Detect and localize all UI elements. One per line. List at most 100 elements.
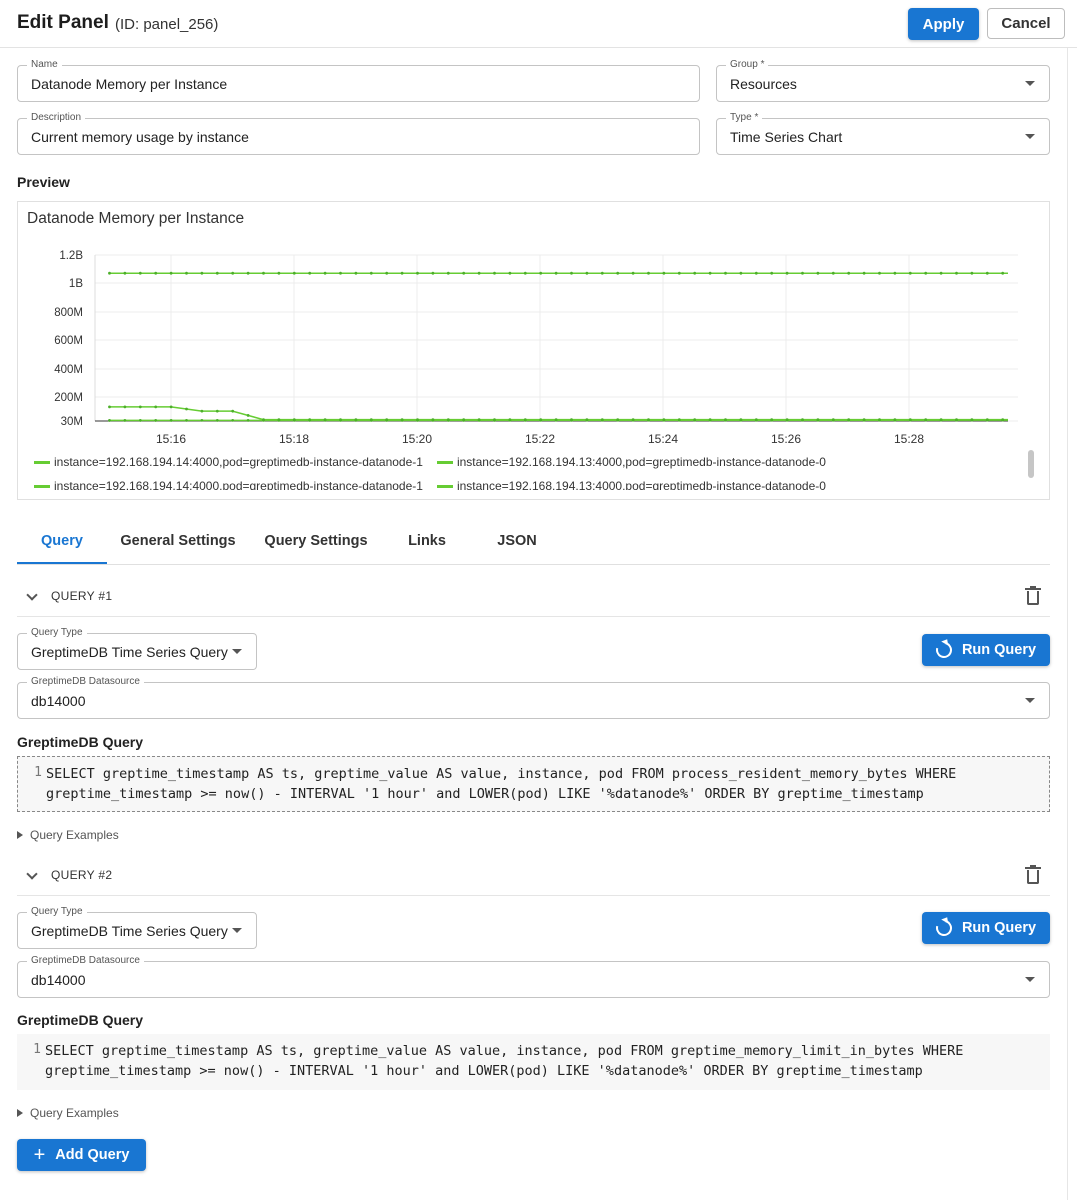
data-point bbox=[600, 271, 604, 275]
x-tick-label: 15:22 bbox=[525, 432, 555, 446]
data-point bbox=[262, 271, 265, 275]
query-examples-label: Query Examples bbox=[30, 1106, 119, 1120]
y-tick-label: 1.2B bbox=[59, 250, 83, 262]
data-point bbox=[554, 418, 558, 422]
type-select[interactable]: Type * Time Series Chart bbox=[716, 111, 1050, 155]
data-point bbox=[292, 418, 296, 422]
data-point bbox=[816, 271, 820, 275]
data-point bbox=[108, 271, 111, 275]
query-1-header[interactable]: QUERY #1 bbox=[17, 577, 1050, 617]
tab-bar: Query General Settings Query Settings Li… bbox=[17, 524, 1050, 565]
query-type-select[interactable]: Query Type GreptimeDB Time Series Query bbox=[17, 905, 257, 949]
data-point bbox=[554, 271, 558, 275]
data-point bbox=[523, 418, 527, 422]
data-point bbox=[138, 419, 142, 422]
chart-legend: instance=192.168.194.14:4000,pod=greptim… bbox=[18, 452, 1023, 490]
legend-item[interactable]: instance=192.168.194.13:4000,pod=greptim… bbox=[436, 479, 826, 490]
chart-preview: Datanode Memory per Instance 1.2B 1B 800M 6… bbox=[17, 201, 1050, 500]
add-query-button[interactable]: + Add Query bbox=[17, 1139, 146, 1171]
query-examples-toggle[interactable]: Query Examples bbox=[17, 1106, 119, 1120]
data-point bbox=[570, 271, 573, 275]
tab-general-settings[interactable]: General Settings bbox=[109, 524, 247, 564]
query-text[interactable]: SELECT greptime_timestamp AS ts, greptim… bbox=[46, 764, 956, 804]
data-point bbox=[878, 418, 881, 422]
query-editor[interactable]: 1 SELECT greptime_timestamp AS ts, grept… bbox=[17, 756, 1050, 812]
chart-title: Datanode Memory per Instance bbox=[27, 210, 245, 227]
data-point bbox=[493, 271, 496, 275]
run-query-button[interactable]: Run Query bbox=[922, 634, 1050, 666]
data-point bbox=[169, 271, 173, 275]
caret-down-icon bbox=[1025, 80, 1035, 86]
datasource-select[interactable]: GreptimeDB Datasource db14000 bbox=[17, 954, 1050, 998]
data-point bbox=[462, 271, 466, 275]
data-point bbox=[200, 419, 204, 422]
x-tick-label: 15:20 bbox=[402, 432, 432, 446]
query-line: SELECT greptime_timestamp AS ts, greptim… bbox=[46, 766, 957, 782]
data-point bbox=[493, 418, 496, 422]
datasource-select[interactable]: GreptimeDB Datasource db14000 bbox=[17, 675, 1050, 719]
apply-button[interactable]: Apply bbox=[908, 8, 979, 40]
data-point bbox=[939, 271, 943, 275]
data-point bbox=[631, 418, 635, 422]
query-examples-toggle[interactable]: Query Examples bbox=[17, 828, 119, 842]
data-point bbox=[770, 418, 774, 422]
tab-json[interactable]: JSON bbox=[482, 524, 552, 564]
legend-item[interactable]: instance=192.168.194.14:4000,pod=greptim… bbox=[34, 455, 423, 469]
data-point bbox=[600, 418, 604, 422]
delete-icon[interactable] bbox=[1025, 586, 1041, 605]
caret-down-icon bbox=[232, 927, 242, 933]
data-point bbox=[693, 418, 697, 422]
data-point bbox=[724, 418, 727, 422]
data-point bbox=[955, 271, 958, 275]
data-point bbox=[785, 271, 789, 275]
line-number: 1 bbox=[33, 1042, 41, 1057]
query-title: QUERY #1 bbox=[51, 589, 113, 603]
chevron-down-icon[interactable] bbox=[26, 589, 38, 601]
data-point bbox=[277, 271, 281, 275]
data-point bbox=[801, 271, 804, 275]
query-editor[interactable]: 1 SELECT greptime_timestamp AS ts, grept… bbox=[17, 1034, 1050, 1090]
data-point bbox=[862, 271, 866, 275]
caret-down-icon bbox=[1025, 976, 1035, 982]
legend-row: instance=192.168.194.14:4000,pod=greptim… bbox=[34, 455, 840, 469]
triangle-right-icon bbox=[17, 831, 23, 839]
x-tick-label: 15:26 bbox=[771, 432, 801, 446]
data-point bbox=[138, 405, 142, 409]
description-field[interactable]: Description Current memory usage by inst… bbox=[17, 111, 700, 155]
data-point bbox=[477, 271, 481, 275]
legend-item[interactable]: instance=192.168.194.13:4000,pod=greptim… bbox=[436, 455, 826, 469]
data-point bbox=[231, 418, 235, 422]
chevron-down-icon[interactable] bbox=[26, 868, 38, 880]
data-point bbox=[215, 409, 219, 413]
data-point bbox=[847, 271, 851, 275]
run-query-button[interactable]: Run Query bbox=[922, 912, 1050, 944]
legend-scrollbar[interactable] bbox=[1028, 450, 1034, 478]
data-point bbox=[739, 418, 743, 422]
data-point bbox=[1001, 418, 1005, 422]
query-2-header[interactable]: QUERY #2 bbox=[17, 856, 1050, 896]
delete-icon[interactable] bbox=[1025, 865, 1041, 884]
data-point bbox=[677, 271, 681, 275]
tab-query[interactable]: Query bbox=[17, 524, 107, 564]
data-point bbox=[431, 271, 435, 275]
legend-label: instance=192.168.194.14:4000,pod=greptim… bbox=[54, 479, 423, 490]
query-examples-label: Query Examples bbox=[30, 828, 119, 842]
data-point bbox=[970, 271, 974, 275]
tab-links[interactable]: Links bbox=[392, 524, 462, 564]
name-field[interactable]: Name Datanode Memory per Instance bbox=[17, 58, 700, 102]
data-point bbox=[970, 418, 974, 422]
data-point bbox=[231, 409, 235, 413]
group-select[interactable]: Group * Resources bbox=[716, 58, 1050, 102]
query-text[interactable]: SELECT greptime_timestamp AS ts, greptim… bbox=[45, 1041, 963, 1081]
legend-item[interactable]: instance=192.168.194.14:4000,pod=greptim… bbox=[34, 479, 423, 490]
data-point bbox=[200, 409, 204, 413]
run-query-label: Run Query bbox=[961, 920, 1037, 936]
cancel-button[interactable]: Cancel bbox=[987, 8, 1065, 39]
data-point bbox=[446, 418, 450, 422]
data-point bbox=[708, 418, 712, 422]
tab-query-settings[interactable]: Query Settings bbox=[252, 524, 380, 564]
query-type-select[interactable]: Query Type GreptimeDB Time Series Query bbox=[17, 626, 257, 670]
data-point bbox=[955, 418, 958, 422]
data-point bbox=[431, 418, 435, 422]
data-point bbox=[323, 271, 327, 275]
